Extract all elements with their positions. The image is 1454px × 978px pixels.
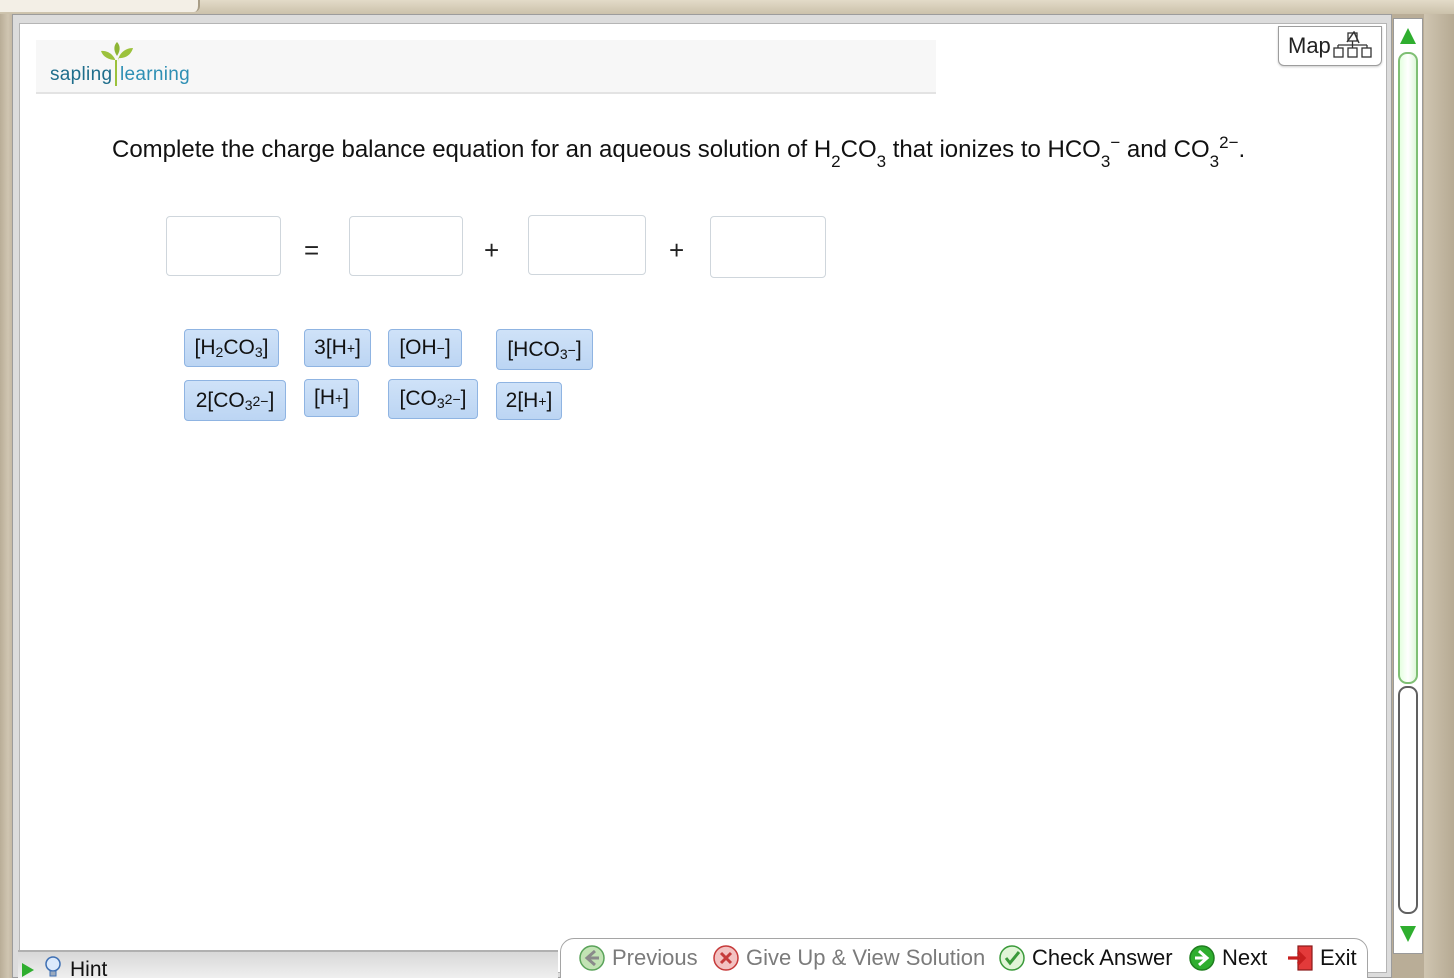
tile-2co3-2minus[interactable]: 2[CO 3 2−] [184, 380, 286, 421]
tile-oh-minus[interactable]: [OH −] [388, 329, 462, 367]
map-button-label: Map [1288, 33, 1331, 58]
check-answer-label: Check Answer [1032, 945, 1173, 970]
tile-text: ] [268, 388, 275, 412]
previous-arrow-icon [579, 945, 605, 971]
question-part: CO [840, 136, 877, 163]
next-label: Next [1222, 945, 1268, 970]
drop-target-3[interactable] [710, 216, 826, 278]
expand-triangle-icon[interactable] [22, 963, 34, 977]
question-sub: 3 [1209, 151, 1220, 171]
tile-text: ] [546, 389, 553, 412]
logo-stem [115, 60, 117, 86]
scroll-up-arrow-icon[interactable] [1400, 28, 1416, 44]
equals-sign: = [304, 235, 320, 265]
hint-link[interactable]: Hint [70, 958, 107, 978]
tile-text: [CO [399, 387, 437, 410]
previous-button[interactable]: Previous [578, 943, 698, 973]
question-part: that ionizes to HCO [886, 136, 1101, 163]
sprout-leaf-icon [101, 42, 133, 64]
question-part: and CO [1120, 136, 1210, 163]
tile-text: 3[H [314, 336, 347, 359]
tile-text: 2[CO [195, 388, 245, 412]
window-top-strip [0, 0, 1454, 14]
window-top-tab [0, 0, 200, 12]
logo-text-learning: learning [120, 64, 191, 85]
checkmark-circle-icon [999, 945, 1025, 971]
tile-text: [H [194, 336, 216, 359]
scrollbar-lower-track[interactable] [1398, 686, 1418, 914]
tile-co3-2minus[interactable]: [CO 3 2−] [388, 379, 478, 419]
question-sub: 2 [831, 151, 841, 171]
question-sup: 2− [1219, 133, 1239, 152]
question-sub: 3 [1100, 151, 1111, 171]
scroll-down-arrow-icon[interactable] [1400, 926, 1416, 942]
question-sup: − [1110, 133, 1121, 152]
tile-2h-plus[interactable]: 2[H +] [496, 382, 562, 420]
tile-3h-plus[interactable]: 3[H +] [304, 329, 371, 367]
question-text: Complete the charge balance equation for… [112, 133, 1352, 170]
give-up-button[interactable]: Give Up & View Solution [712, 943, 985, 973]
exit-door-icon [1288, 945, 1313, 971]
content-panel [19, 23, 1387, 973]
scrollbar-thumb[interactable] [1398, 52, 1418, 684]
tile-text: [HCO [507, 337, 560, 361]
plus-sign-1: + [484, 235, 500, 265]
tile-text: ] [460, 387, 467, 410]
tile-h-plus[interactable]: [H +] [304, 379, 359, 417]
check-answer-button[interactable]: Check Answer [998, 943, 1173, 973]
sitemap-icon [1333, 31, 1372, 58]
lightbulb-icon[interactable] [42, 956, 64, 978]
exit-label: Exit [1320, 945, 1357, 970]
tile-text: ] [262, 336, 269, 359]
previous-label: Previous [612, 945, 698, 970]
logo-text-sapling: sapling [50, 64, 113, 85]
next-arrow-icon [1189, 945, 1215, 971]
plus-sign-2: + [669, 235, 685, 265]
tile-hco3-minus[interactable]: [HCO 3−] [496, 329, 593, 370]
question-sub: 3 [876, 151, 887, 171]
tile-text: CO [223, 336, 255, 359]
drop-target-2[interactable] [528, 215, 646, 275]
question-part: . [1238, 136, 1246, 163]
drop-target-1[interactable] [349, 216, 463, 276]
logo-bar: sapling learning [36, 40, 936, 94]
exit-button[interactable]: Exit [1286, 943, 1357, 973]
close-circle-icon [713, 945, 739, 971]
tile-text: ] [343, 386, 350, 409]
give-up-label: Give Up & View Solution [746, 945, 986, 970]
tile-text: ] [355, 336, 361, 359]
tile-h2co3[interactable]: [H 2 CO 3] [184, 329, 279, 367]
drop-target-left[interactable] [166, 216, 281, 276]
tile-text: ] [575, 337, 582, 361]
map-button[interactable]: Map [1278, 26, 1382, 66]
tile-text: ] [444, 336, 451, 359]
window-right-edge [1424, 14, 1454, 978]
tile-text: [H [313, 386, 335, 409]
tile-text: [OH [399, 336, 437, 359]
tile-text: 2[H [505, 389, 539, 412]
next-button[interactable]: Next [1188, 943, 1267, 973]
question-part: Complete the charge balance equation for… [112, 136, 832, 163]
